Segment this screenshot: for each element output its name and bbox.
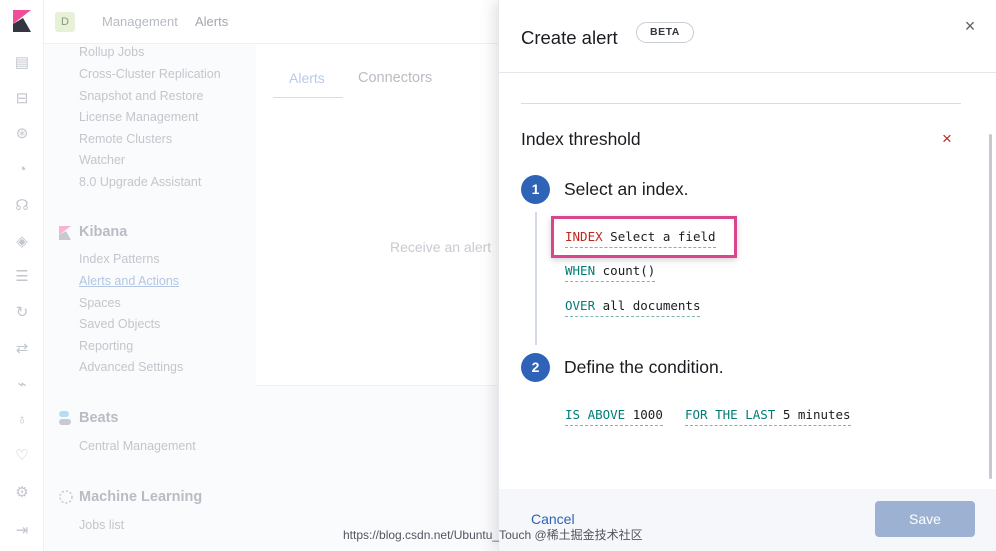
gauge-icon[interactable]: ◔	[13, 161, 31, 179]
management-sidebar: Rollup Jobs Cross-Cluster Replication Sn…	[44, 44, 256, 551]
alert-type-title: Index threshold	[521, 129, 641, 149]
step-1-title: Select an index.	[564, 179, 689, 199]
index-keyword: INDEX	[565, 229, 603, 244]
sidebar-item-rollup-jobs[interactable]: Rollup Jobs	[79, 45, 144, 59]
breadcrumb-alerts: Alerts	[195, 14, 229, 29]
over-keyword: OVER	[565, 298, 596, 313]
beats-section-icon	[59, 411, 71, 425]
create-alert-flyout: Create alert BETA × Index threshold × 1 …	[498, 0, 996, 551]
step-1-number: 1	[521, 175, 550, 204]
index-expression[interactable]: INDEX Select a field	[565, 229, 716, 248]
map-icon[interactable]: ⊛	[13, 125, 31, 143]
over-expression[interactable]: OVER all documents	[565, 298, 701, 317]
flyout-title: Create alert	[521, 27, 618, 48]
graph-icon[interactable]: ☊	[13, 197, 31, 215]
sidebar-item-alerts-actions[interactable]: Alerts and Actions	[79, 274, 179, 288]
apm-icon[interactable]: ↻	[13, 304, 31, 322]
heartbeat-icon[interactable]: ♡	[13, 447, 31, 465]
section-title-kibana: Kibana	[79, 224, 128, 240]
remove-alert-type-icon[interactable]: ×	[942, 130, 952, 147]
sidebar-item-reporting[interactable]: Reporting	[79, 339, 133, 353]
for-the-last-value: 5 minutes	[782, 407, 851, 422]
sidebar-item-snapshot[interactable]: Snapshot and Restore	[79, 89, 203, 103]
kibana-section-icon	[59, 226, 71, 240]
is-above-keyword: IS ABOVE	[565, 407, 626, 422]
for-the-last-keyword: FOR THE LAST	[685, 407, 776, 422]
flyout-header: Create alert BETA ×	[499, 0, 996, 73]
sidebar-item-watcher[interactable]: Watcher	[79, 153, 125, 167]
kibana-logo-icon[interactable]	[13, 10, 31, 32]
sidebar-item-advanced-settings[interactable]: Advanced Settings	[79, 360, 183, 374]
for-the-last-expression[interactable]: FOR THE LAST 5 minutes	[685, 407, 851, 426]
close-icon[interactable]: ×	[962, 17, 978, 35]
is-above-expression[interactable]: IS ABOVE 1000	[565, 407, 663, 426]
is-above-value: 1000	[632, 407, 663, 422]
step-2-title: Define the condition.	[564, 357, 724, 377]
sidebar-item-license[interactable]: License Management	[79, 110, 199, 124]
tab-alerts[interactable]: Alerts	[289, 70, 325, 86]
briefcase-icon[interactable]: ⊟	[13, 90, 31, 108]
watermark: https://blog.csdn.net/Ubuntu_Touch @稀土掘金…	[343, 528, 643, 542]
save-button[interactable]: Save	[875, 501, 975, 537]
sidebar-item-spaces[interactable]: Spaces	[79, 296, 121, 310]
sidebar-item-index-patterns[interactable]: Index Patterns	[79, 252, 160, 266]
divider	[521, 103, 961, 104]
sidebar-item-remote-clusters[interactable]: Remote Clusters	[79, 132, 172, 146]
gear-icon[interactable]: ⚙	[13, 484, 31, 502]
uptime-icon[interactable]: ⇄	[13, 340, 31, 358]
empty-state-text: Receive an alert	[390, 239, 492, 255]
step-2-number: 2	[521, 353, 550, 382]
dashboard-icon[interactable]: ▤	[13, 54, 31, 72]
when-keyword: WHEN	[565, 263, 596, 278]
sidebar-item-saved-objects[interactable]: Saved Objects	[79, 317, 160, 331]
section-title-ml: Machine Learning	[79, 489, 203, 505]
index-value: Select a field	[610, 229, 716, 244]
sidebar-item-upgrade-assistant[interactable]: 8.0 Upgrade Assistant	[79, 175, 201, 189]
sidebar-item-ccr[interactable]: Cross-Cluster Replication	[79, 67, 221, 81]
sidebar-item-central-management[interactable]: Central Management	[79, 439, 196, 453]
section-title-beats: Beats	[79, 410, 119, 426]
metrics-icon[interactable]: ♁	[13, 411, 31, 429]
logs-icon[interactable]: ⌁	[13, 376, 31, 394]
tab-alerts-underline	[273, 97, 343, 98]
sidebar-item-jobs-list[interactable]: Jobs list	[79, 518, 124, 532]
stack-icon[interactable]: ☰	[13, 268, 31, 286]
when-expression[interactable]: WHEN count()	[565, 263, 656, 282]
over-value: all documents	[602, 298, 701, 313]
space-avatar[interactable]: D	[55, 12, 75, 32]
beta-badge: BETA	[636, 22, 694, 43]
ml-section-icon	[59, 490, 73, 504]
cancel-button[interactable]: Cancel	[531, 511, 575, 527]
step-connector-line	[535, 212, 537, 345]
when-value: count()	[602, 263, 656, 278]
tab-connectors[interactable]: Connectors	[358, 70, 432, 86]
scrollbar[interactable]	[989, 134, 992, 479]
breadcrumb-management[interactable]: Management	[102, 14, 178, 29]
icon-nav: ▤ ⊟ ⊛ ◔ ☊ ◈ ☰ ↻ ⇄ ⌁ ♁ ♡ ⚙ ⇥	[0, 0, 44, 551]
shield-icon[interactable]: ◈	[13, 233, 31, 251]
collapse-icon[interactable]: ⇥	[13, 522, 31, 540]
